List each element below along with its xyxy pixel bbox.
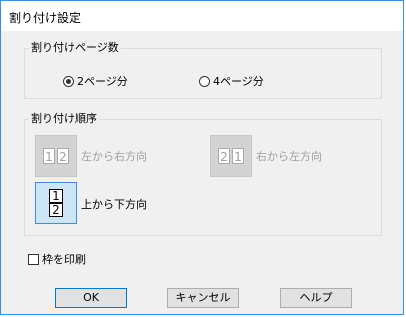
order-left-to-right-label: 左から右方向	[81, 150, 147, 163]
order-right-to-left-label: 右から左方向	[256, 150, 322, 163]
pages-per-sheet-label: 割り付けページ数	[29, 41, 121, 55]
order-right-to-left-button[interactable]: 2 1	[210, 135, 252, 177]
left-to-right-icon: 1 2	[43, 148, 69, 164]
print-frame-checkbox-box[interactable]	[28, 253, 39, 265]
dialog-title: 割り付け設定	[9, 11, 82, 25]
radio-2-pages-label: 2ページ分	[77, 75, 128, 88]
help-button[interactable]: ヘルプ	[280, 288, 352, 308]
ok-button[interactable]: OK	[55, 288, 127, 308]
radio-4-pages[interactable]: 4ページ分	[199, 73, 264, 89]
order-left-to-right-button[interactable]: 1 2	[35, 135, 77, 177]
layout-order-group: 割り付け順序 1 2 左から右方向 2 1 右から左方向 1 2 上から下方向	[24, 112, 382, 236]
layout-order-label: 割り付け順序	[29, 112, 99, 126]
cancel-button[interactable]: キャンセル	[167, 288, 239, 308]
dialog-window: 割り付け設定 割り付けページ数 2ページ分 4ページ分 割り付け順序 1 2 左…	[0, 0, 404, 315]
radio-2-pages-indicator[interactable]	[63, 75, 74, 87]
radio-4-pages-label: 4ページ分	[213, 75, 264, 88]
right-to-left-icon: 2 1	[218, 148, 244, 164]
print-frame-checkbox[interactable]: 枠を印刷	[28, 251, 86, 267]
print-frame-label: 枠を印刷	[42, 253, 86, 266]
title-bar: 割り付け設定	[1, 1, 403, 31]
order-top-to-bottom-button[interactable]: 1 2	[35, 182, 77, 224]
order-top-to-bottom-label: 上から下方向	[81, 198, 147, 211]
radio-4-pages-indicator[interactable]	[199, 75, 210, 87]
pages-per-sheet-group: 割り付けページ数 2ページ分 4ページ分	[24, 41, 382, 99]
radio-2-pages[interactable]: 2ページ分	[63, 73, 128, 89]
top-to-bottom-icon: 1 2	[49, 189, 63, 217]
